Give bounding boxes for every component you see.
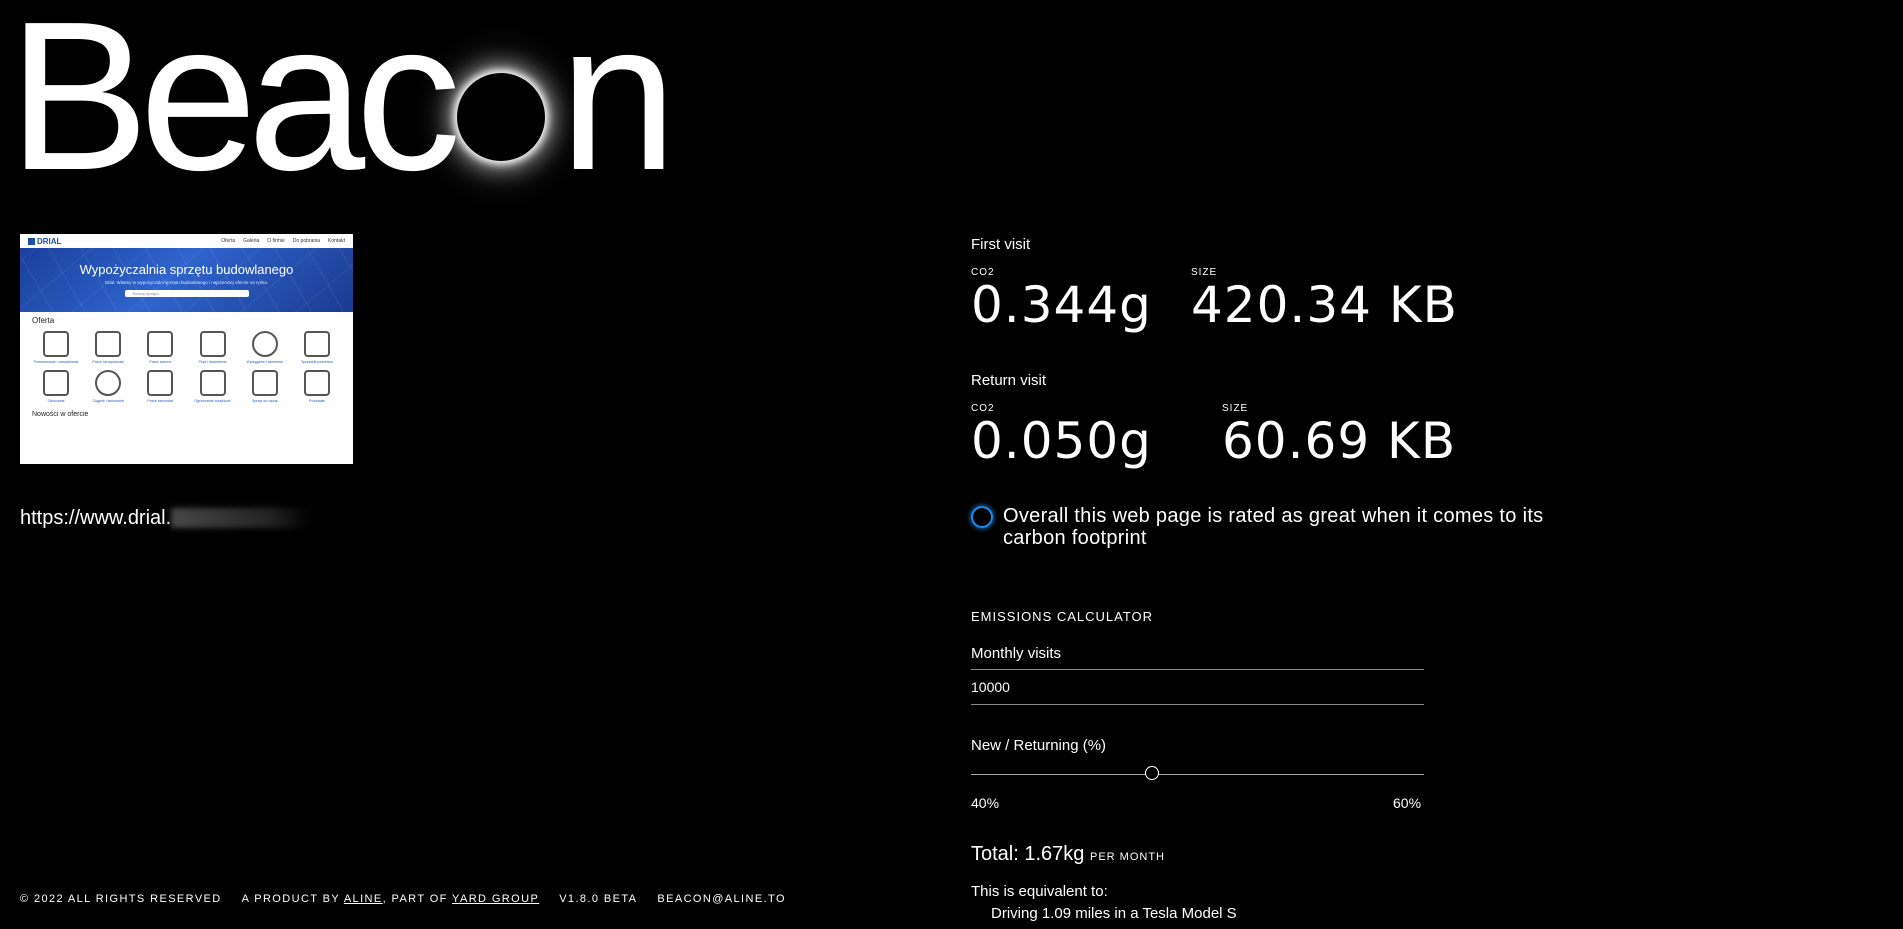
return-visit-title: Return visit bbox=[971, 372, 1047, 389]
beacon-logo[interactable]: Beac n bbox=[8, 0, 677, 202]
first-visit-size-value: 420.34 KB bbox=[1191, 276, 1458, 334]
dehumidifier-icon bbox=[43, 370, 70, 396]
thumb-nav-item: Do pobrania bbox=[292, 238, 321, 244]
thumb-section-title: Oferta bbox=[32, 316, 55, 325]
thumb-nav-links: Oferta Galeria O firmie Do pobrania Kont… bbox=[221, 238, 345, 244]
thumb-category-label: Sprężarki powietrza bbox=[301, 360, 333, 364]
thumb-category: Sprzęt do cięcia bbox=[239, 370, 291, 403]
footer: © 2022 ALL RIGHTS RESERVED A PRODUCT BY … bbox=[20, 893, 786, 905]
url-text: https://www.drial. bbox=[20, 507, 172, 529]
thumb-category: Prąd i oświetlenie bbox=[187, 331, 239, 364]
logo-text-end: n bbox=[559, 0, 677, 214]
new-returning-slider-track[interactable] bbox=[971, 774, 1424, 775]
thumb-category-label: Wyciąganie i wiercenie bbox=[246, 360, 283, 364]
thumb-navbar: DRIAL Oferta Galeria O firmie Do pobrani… bbox=[20, 234, 353, 248]
analyzed-url: https://www.drial. bbox=[20, 507, 312, 530]
new-percent: 40% bbox=[971, 795, 1000, 811]
thumb-hero-title: Wypożyczalnia sprzętu budowlanego bbox=[79, 262, 294, 277]
thumb-category-label: Prace betonowe bbox=[147, 399, 174, 403]
version: V1.8.0 BETA bbox=[559, 893, 638, 905]
heater-icon bbox=[199, 370, 226, 396]
thumb-nav-item: Oferta bbox=[221, 238, 236, 244]
product-credit: A PRODUCT BY ALINE, PART OF YARD GROUP bbox=[242, 893, 540, 905]
equivalent-label: This is equivalent to: bbox=[971, 883, 1108, 900]
excavator-icon bbox=[147, 331, 174, 357]
thumb-brand: DRIAL bbox=[28, 237, 61, 246]
hose-reel-icon bbox=[95, 370, 122, 396]
yard-group-link[interactable]: YARD GROUP bbox=[452, 893, 539, 905]
monthly-total: Total: 1.67kg PER MONTH bbox=[971, 843, 1165, 866]
thumb-category-label: Prace ziemne bbox=[149, 360, 172, 364]
thumb-category: Pozostałe bbox=[291, 370, 343, 403]
thumb-hero-subtitle: Drial. Witamy w wypożyczalni sprzętu bud… bbox=[104, 280, 269, 285]
total-period: PER MONTH bbox=[1089, 851, 1165, 863]
thumb-hero: Wypożyczalnia sprzętu budowlanego Drial.… bbox=[20, 248, 353, 312]
thumb-brand-text: DRIAL bbox=[37, 236, 62, 246]
monthly-visits-label: Monthly visits bbox=[971, 645, 1062, 662]
new-returning-slider-handle[interactable] bbox=[1145, 766, 1160, 780]
thumb-category: Prace betonowe bbox=[134, 370, 186, 403]
thumb-category-label: Prąd i oświetlenie bbox=[198, 360, 227, 364]
monthly-visits-input[interactable] bbox=[971, 679, 1424, 695]
compressor-icon bbox=[303, 331, 330, 357]
monthly-visits-top-rule bbox=[971, 669, 1424, 670]
rating-text: Overall this web page is rated as great … bbox=[1003, 505, 1544, 549]
logo-text-start: Beac bbox=[8, 0, 461, 214]
emissions-calculator-title: EMISSIONS CALCULATOR bbox=[971, 609, 1154, 624]
thumb-category-label: Ciągnie i ładowanie bbox=[92, 399, 124, 403]
thumb-category: Ciągnie i ładowanie bbox=[82, 370, 134, 403]
first-visit-co2-value: 0.344g bbox=[971, 276, 1152, 334]
thumb-nav-item: Galeria bbox=[243, 238, 260, 244]
toolbox-icon bbox=[303, 370, 330, 396]
thumb-category: Wyciąganie i wiercenie bbox=[239, 331, 291, 364]
eclipse-icon bbox=[457, 73, 546, 161]
monthly-visits-bottom-rule bbox=[971, 704, 1424, 705]
rating-indicator-icon bbox=[971, 506, 993, 528]
thumb-category: Pomurowanie i odwadnianie bbox=[30, 331, 82, 364]
thumb-category-label: Ogrzewanie budynków bbox=[194, 399, 231, 403]
return-visit-co2-value: 0.050g bbox=[971, 412, 1152, 470]
thumb-category: Osuszanie bbox=[30, 370, 82, 403]
thumb-category: Prace ziemne bbox=[134, 331, 186, 364]
thumb-category: Ogrzewanie budynków bbox=[187, 370, 239, 403]
thumb-category-label: Osuszanie bbox=[47, 399, 65, 403]
thumb-category-label: Pozostałe bbox=[309, 399, 325, 403]
thumb-brand-icon bbox=[28, 237, 35, 245]
thumb-category: Prace na wysokości bbox=[82, 331, 134, 364]
carbon-rating: Overall this web page is rated as great … bbox=[971, 505, 1611, 549]
thumb-nav-item: Kontakt bbox=[328, 238, 345, 244]
new-returning-label: New / Returning (%) bbox=[971, 737, 1107, 754]
equivalent-item: Driving 1.09 miles in a Tesla Model S bbox=[991, 905, 1237, 922]
scissor-lift-icon bbox=[95, 331, 122, 357]
aline-link[interactable]: ALINE bbox=[344, 893, 383, 905]
mixer-icon bbox=[147, 370, 174, 396]
thumb-search: Szukaj sprzętu bbox=[124, 290, 249, 297]
thumb-news-title: Nowości w ofercie bbox=[32, 411, 89, 418]
first-visit-title: First visit bbox=[971, 236, 1031, 253]
thumb-category: Sprężarki powietrza bbox=[291, 331, 343, 364]
cutter-icon bbox=[251, 370, 278, 396]
thumb-category-label: Pomurowanie i odwadnianie bbox=[33, 360, 79, 364]
thumb-category-label: Sprzęt do cięcia bbox=[251, 399, 278, 403]
url-redacted bbox=[171, 508, 312, 528]
returning-percent: 60% bbox=[1393, 795, 1422, 811]
product-prefix: A PRODUCT BY bbox=[241, 893, 340, 905]
pump-icon bbox=[43, 331, 70, 357]
page-screenshot-thumbnail: DRIAL Oferta Galeria O firmie Do pobrani… bbox=[20, 234, 353, 464]
thumb-nav-item: O firmie bbox=[267, 238, 285, 244]
return-visit-size-value: 60.69 KB bbox=[1222, 412, 1457, 470]
copyright: © 2022 ALL RIGHTS RESERVED bbox=[20, 893, 222, 905]
generator-icon bbox=[199, 331, 226, 357]
thumb-category-grid: Pomurowanie i odwadnianie Prace na wysok… bbox=[20, 325, 353, 403]
part-of-text: , PART OF bbox=[382, 893, 448, 905]
total-value: Total: 1.67kg bbox=[971, 843, 1085, 865]
contact-email-link[interactable]: BEACON@ALINE.TO bbox=[657, 893, 786, 905]
page: Beac n DRIAL Oferta Galeria O firmie Do p… bbox=[0, 0, 1903, 929]
fan-icon bbox=[251, 331, 278, 357]
thumb-category-label: Prace na wysokości bbox=[92, 360, 125, 364]
